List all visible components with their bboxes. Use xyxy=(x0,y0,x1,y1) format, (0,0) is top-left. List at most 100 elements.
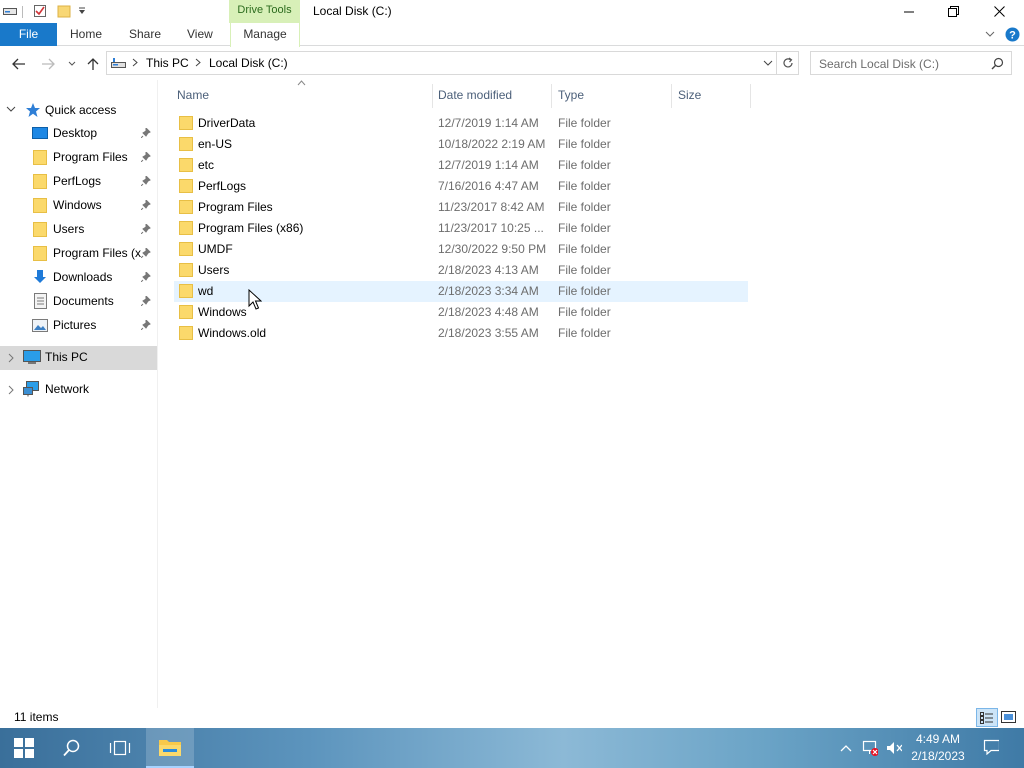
column-header-type[interactable]: Type xyxy=(558,82,584,108)
minimize-button[interactable] xyxy=(886,0,932,23)
pin-icon[interactable] xyxy=(141,224,151,234)
sidebar-item-program-files[interactable]: Program Files xyxy=(0,146,157,170)
pin-icon[interactable] xyxy=(141,128,151,138)
expand-chevron-icon[interactable] xyxy=(8,385,15,395)
search-icon xyxy=(63,739,80,757)
volume-muted-icon[interactable] xyxy=(886,740,902,756)
breadcrumb-this-pc[interactable]: This PC xyxy=(146,56,189,70)
search-box[interactable] xyxy=(810,51,1012,75)
new-folder-icon[interactable] xyxy=(56,3,72,19)
file-type: File folder xyxy=(558,242,611,256)
column-header-date[interactable]: Date modified xyxy=(438,82,512,108)
tab-file[interactable]: File xyxy=(0,23,57,46)
properties-icon[interactable] xyxy=(32,3,48,19)
sidebar-item-network[interactable]: Network xyxy=(0,378,157,402)
sidebar-item-this-pc[interactable]: This PC xyxy=(0,346,157,370)
sidebar-item-label: Windows xyxy=(53,198,102,212)
sidebar-item-label: PerfLogs xyxy=(53,174,102,188)
sidebar-item-perflogs[interactable]: PerfLogs xyxy=(0,170,157,194)
restore-button[interactable] xyxy=(930,0,976,23)
network-disconnected-icon[interactable] xyxy=(862,740,878,756)
sidebar-item-documents[interactable]: Documents xyxy=(0,290,157,314)
breadcrumb-local-disk[interactable]: Local Disk (C:) xyxy=(209,56,288,70)
file-explorer-taskbar-button[interactable] xyxy=(146,728,194,768)
search-input[interactable] xyxy=(819,56,989,71)
pane-divider[interactable] xyxy=(157,80,158,710)
navigation-bar: This PC Local Disk (C:) xyxy=(0,47,1024,79)
file-type: File folder xyxy=(558,263,611,277)
start-button[interactable] xyxy=(0,728,48,768)
customize-qat-icon[interactable] xyxy=(74,3,90,19)
address-dropdown-icon[interactable] xyxy=(763,60,773,67)
column-header-size[interactable]: Size xyxy=(678,82,701,108)
ribbon-tabs: File Home Share View Manage ? xyxy=(0,23,1024,47)
close-button[interactable] xyxy=(976,0,1022,23)
taskbar: 4:49 AM 2/18/2023 xyxy=(0,728,1024,768)
address-bar[interactable]: This PC Local Disk (C:) xyxy=(106,51,777,75)
file-date: 7/16/2016 4:47 AM xyxy=(438,179,539,193)
sidebar-item-label: Quick access xyxy=(45,103,117,117)
pin-icon[interactable] xyxy=(141,248,151,258)
file-row[interactable]: etc 12/7/2019 1:14 AM File folder xyxy=(174,155,748,176)
pin-icon[interactable] xyxy=(141,296,151,306)
pin-icon[interactable] xyxy=(141,200,151,210)
sort-ascending-icon xyxy=(297,80,306,86)
tab-view[interactable]: View xyxy=(187,23,213,46)
pin-icon[interactable] xyxy=(141,152,151,162)
folder-icon xyxy=(33,150,47,165)
breadcrumb-separator-icon xyxy=(132,58,138,67)
folder-icon xyxy=(33,198,47,213)
sidebar-item-users[interactable]: Users xyxy=(0,218,157,242)
file-row[interactable]: en-US 10/18/2022 2:19 AM File folder xyxy=(174,134,748,155)
folder-icon xyxy=(33,174,47,189)
clock-time[interactable]: 4:49 AM xyxy=(905,732,971,746)
file-date: 12/7/2019 1:14 AM xyxy=(438,158,539,172)
file-name: Windows xyxy=(198,305,247,319)
file-row[interactable]: DriverData 12/7/2019 1:14 AM File folder xyxy=(174,113,748,134)
show-hidden-icons-icon[interactable] xyxy=(838,740,854,756)
tab-share[interactable]: Share xyxy=(129,23,161,46)
file-row[interactable]: Program Files (x86) 11/23/2017 10:25 ...… xyxy=(174,218,748,239)
recent-locations-icon[interactable] xyxy=(63,55,81,73)
file-date: 12/30/2022 9:50 PM xyxy=(438,242,547,256)
sidebar-item-quick-access[interactable]: Quick access xyxy=(0,99,157,123)
documents-icon xyxy=(34,293,47,309)
sidebar-item-pictures[interactable]: Pictures xyxy=(0,314,157,338)
sidebar-item-desktop[interactable]: Desktop xyxy=(0,122,157,146)
back-arrow-icon[interactable] xyxy=(10,55,28,73)
pin-icon[interactable] xyxy=(141,272,151,282)
sidebar-item-label: This PC xyxy=(45,350,88,364)
expand-ribbon-icon[interactable] xyxy=(985,30,995,38)
forward-arrow-icon[interactable] xyxy=(39,55,57,73)
clock-date[interactable]: 2/18/2023 xyxy=(905,749,971,763)
file-row[interactable]: Users 2/18/2023 4:13 AM File folder xyxy=(174,260,748,281)
file-row[interactable]: PerfLogs 7/16/2016 4:47 AM File folder xyxy=(174,176,748,197)
tab-home[interactable]: Home xyxy=(70,23,102,46)
notifications-icon[interactable] xyxy=(983,739,999,755)
column-header-name[interactable]: Name xyxy=(177,82,209,108)
details-view-icon[interactable] xyxy=(976,708,998,727)
up-arrow-icon[interactable] xyxy=(84,55,102,73)
sidebar-item-downloads[interactable]: Downloads xyxy=(0,266,157,290)
folder-icon xyxy=(179,179,193,193)
help-icon[interactable]: ? xyxy=(1005,27,1020,42)
search-icon[interactable] xyxy=(991,57,1004,70)
collapse-chevron-icon[interactable] xyxy=(6,106,16,114)
sidebar-item-program-files-x86[interactable]: Program Files (x86) xyxy=(0,242,157,266)
refresh-icon[interactable] xyxy=(777,51,799,75)
expand-chevron-icon[interactable] xyxy=(8,353,15,363)
file-type: File folder xyxy=(558,200,611,214)
pin-icon[interactable] xyxy=(141,176,151,186)
task-view-button[interactable] xyxy=(96,728,144,768)
search-taskbar-button[interactable] xyxy=(48,728,96,768)
file-name: Users xyxy=(198,263,230,277)
tab-manage[interactable]: Manage xyxy=(230,23,300,47)
file-row[interactable]: Windows.old 2/18/2023 3:55 AM File folde… xyxy=(174,323,748,344)
pin-icon[interactable] xyxy=(141,320,151,330)
large-icons-view-icon[interactable] xyxy=(1001,710,1016,724)
sidebar-item-windows[interactable]: Windows xyxy=(0,194,157,218)
file-row[interactable]: UMDF 12/30/2022 9:50 PM File folder xyxy=(174,239,748,260)
file-row[interactable]: Program Files 11/23/2017 8:42 AM File fo… xyxy=(174,197,748,218)
file-type: File folder xyxy=(558,221,611,235)
sidebar-item-label: Program Files xyxy=(53,150,128,164)
